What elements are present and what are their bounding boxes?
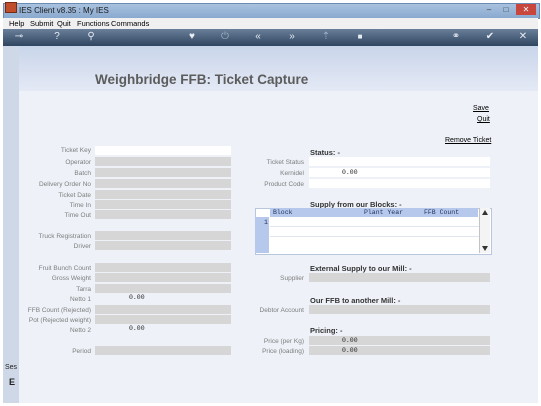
driver-label: Driver <box>73 243 91 250</box>
column-ffb-count[interactable]: FFB Count <box>424 209 459 216</box>
pricing-heading: Pricing: - <box>310 326 343 335</box>
ticket-status-field <box>309 157 490 166</box>
key-icon[interactable]: ⊸ <box>10 31 28 43</box>
netto1-value: 0.00 <box>129 294 145 301</box>
debtor-account-label: Debtor Account <box>259 307 304 314</box>
debtor-account-field <box>309 305 490 314</box>
column-block[interactable]: Block <box>273 209 293 216</box>
check-icon[interactable]: ✔ <box>484 31 496 43</box>
kernidel-field <box>309 168 490 177</box>
fruit-bunch-count-label: Fruit Bunch Count <box>38 265 91 272</box>
netto2-label: Netto 2 <box>70 327 91 334</box>
search-icon[interactable]: ⚲ <box>85 31 97 43</box>
product-code-field <box>309 179 490 188</box>
menu-commands[interactable]: Commands <box>111 18 149 29</box>
menu-submit[interactable]: Submit <box>30 18 53 29</box>
kernidel-value: 0.00 <box>342 169 358 176</box>
minimize-button[interactable]: – <box>482 4 496 15</box>
time-in-label: Time In <box>69 202 91 209</box>
time-out-field <box>95 210 231 219</box>
price-per-kg-field <box>309 336 490 345</box>
netto2-value: 0.00 <box>129 325 145 332</box>
pot-rejected-weight-label: Pot (Rejected weight) <box>28 317 91 324</box>
menu-quit[interactable]: Quit <box>57 18 71 29</box>
tarra-field <box>95 284 231 293</box>
time-in-field <box>95 200 231 209</box>
fast-forward-icon[interactable]: » <box>286 31 298 43</box>
netto1-label: Netto 1 <box>70 296 91 303</box>
price-loading-value: 0.00 <box>342 347 358 354</box>
price-per-kg-label: Price (per Kg) <box>263 338 304 345</box>
upload-icon[interactable]: ⇡ <box>320 31 332 43</box>
menu-functions[interactable]: Functions <box>77 18 110 29</box>
stop-icon[interactable]: ■ <box>354 31 366 43</box>
truck-registration-label: Truck Registration <box>38 233 92 240</box>
page-title: Weighbridge FFB: Ticket Capture <box>95 72 309 87</box>
close-window-button[interactable]: ✕ <box>516 4 536 15</box>
ffb-other-mill-heading: Our FFB to another Mill: - <box>310 296 401 305</box>
app-icon <box>5 2 17 13</box>
driver-field <box>95 241 231 250</box>
price-per-kg-value: 0.00 <box>342 337 358 344</box>
tarra-label: Tarra <box>76 286 91 293</box>
price-loading-label: Price (loading) <box>262 348 304 355</box>
close-icon[interactable]: ✕ <box>517 31 529 43</box>
grid-row-number: 1 <box>264 219 268 226</box>
fruit-bunch-count-field <box>95 263 231 272</box>
ticket-date-field <box>95 190 231 199</box>
time-out-label: Time Out <box>64 212 92 219</box>
quit-link[interactable]: Quit <box>477 116 490 123</box>
external-supply-heading: External Supply to our Mill: - <box>310 264 412 273</box>
kernidel-label: Kernidel <box>280 170 304 177</box>
product-code-label: Product Code <box>264 181 304 188</box>
remove-ticket-link[interactable]: Remove Ticket <box>445 137 491 144</box>
save-link[interactable]: Save <box>473 105 489 112</box>
maximize-button[interactable]: □ <box>499 4 513 15</box>
pot-rejected-weight-field <box>95 315 231 324</box>
price-loading-field <box>309 346 490 355</box>
status-heading: Status: - <box>310 148 340 157</box>
supplier-label: Supplier <box>280 275 304 282</box>
heart-icon[interactable]: ♥ <box>186 31 198 43</box>
ticket-key-input[interactable] <box>95 146 231 155</box>
rewind-icon[interactable]: « <box>252 31 264 43</box>
left-strip-letter: E <box>9 377 16 387</box>
grid-row-line <box>270 226 479 227</box>
column-plant-year[interactable]: Plant Year <box>364 209 403 216</box>
menu-help[interactable]: Help <box>9 18 24 29</box>
power-icon[interactable]: ⏻ <box>219 31 231 43</box>
supplier-field <box>309 273 490 282</box>
ticket-status-label: Ticket Status <box>266 159 304 166</box>
link-icon[interactable]: ⚭ <box>450 31 462 43</box>
help-icon[interactable]: ? <box>51 31 63 43</box>
ticket-date-label: Ticket Date <box>58 192 91 199</box>
window-title: IES Client v8.35 : My IES <box>19 6 109 15</box>
left-strip-text: Ses <box>5 364 18 371</box>
ticket-key-label: Ticket Key <box>60 147 91 154</box>
grid-row-line <box>270 236 479 237</box>
truck-registration-field <box>95 231 231 240</box>
